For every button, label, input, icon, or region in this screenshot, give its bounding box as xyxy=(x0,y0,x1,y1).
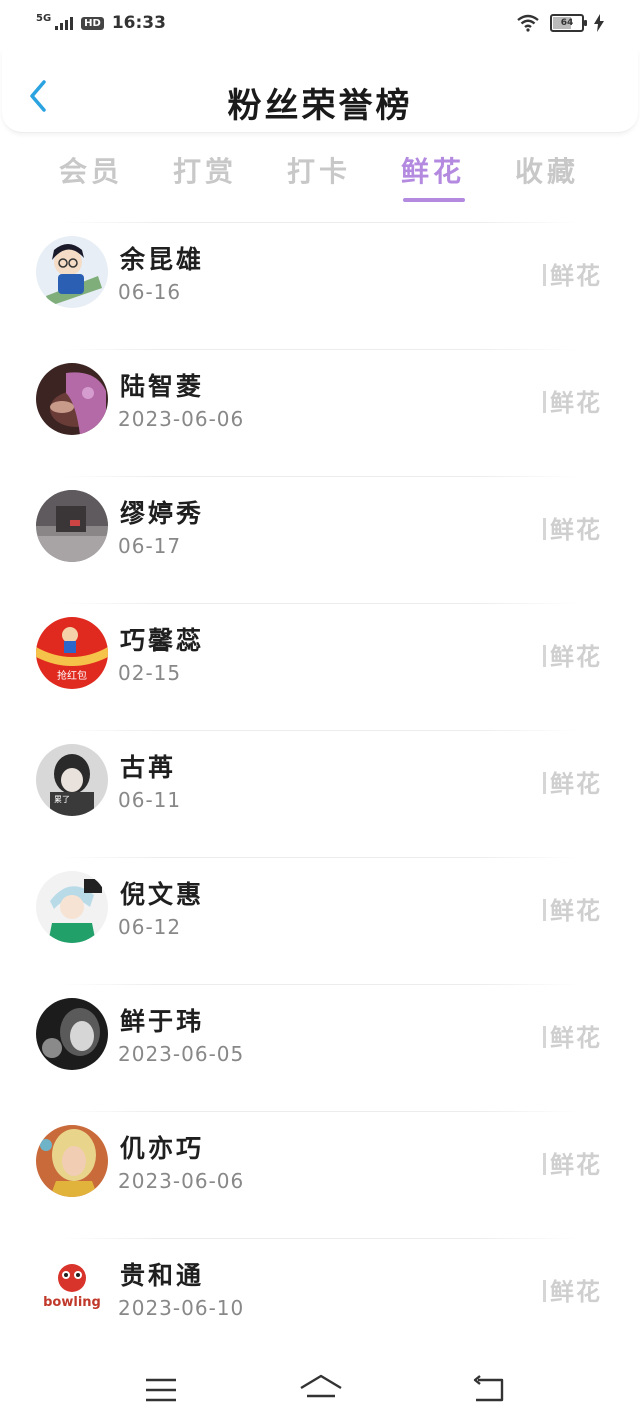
page-header: 粉丝荣誉榜 xyxy=(2,50,638,133)
list-item[interactable]: 抢红包 巧馨蕊 02-15 鲜花 xyxy=(0,603,640,730)
list-item[interactable]: 缪婷秀 06-17 鲜花 xyxy=(0,476,640,603)
home-button[interactable] xyxy=(298,1372,344,1408)
status-bar: 5G HD 16:33 64 xyxy=(0,0,640,50)
user-date: 06-16 xyxy=(118,280,182,304)
avatar[interactable]: bowling xyxy=(36,1252,108,1324)
avatar[interactable]: 抢红包 xyxy=(36,617,108,689)
tab-reward[interactable]: 打赏 xyxy=(160,150,250,190)
avatar[interactable] xyxy=(36,363,108,435)
list-item[interactable]: 余昆雄 06-16 鲜花 xyxy=(0,222,640,349)
list-item[interactable]: 鲜于玮 2023-06-05 鲜花 xyxy=(0,984,640,1111)
avatar[interactable]: 累了 xyxy=(36,744,108,816)
flower-tag: 鲜花 xyxy=(543,1018,602,1053)
divider xyxy=(60,984,580,985)
flower-tag: 鲜花 xyxy=(543,256,602,291)
user-name: 缪婷秀 xyxy=(120,499,205,528)
user-date: 2023-06-06 xyxy=(118,1169,245,1193)
menu-icon xyxy=(146,1378,176,1402)
avatar[interactable] xyxy=(36,871,108,943)
user-name: 巧馨蕊 xyxy=(120,626,205,655)
list-item[interactable]: 倪文惠 06-12 鲜花 xyxy=(0,857,640,984)
divider xyxy=(60,603,580,604)
avatar-caption: 抢红包 xyxy=(57,669,87,682)
divider xyxy=(60,476,580,477)
back-icon xyxy=(473,1375,504,1402)
status-time: 16:33 xyxy=(111,13,166,33)
page-title: 粉丝荣誉榜 xyxy=(227,86,413,126)
user-name: 陆智菱 xyxy=(120,372,205,401)
tab-favorites[interactable]: 收藏 xyxy=(502,150,592,190)
user-name: 余昆雄 xyxy=(120,245,205,274)
flower-tag: 鲜花 xyxy=(543,637,602,672)
divider xyxy=(60,1111,580,1112)
user-name: 贵和通 xyxy=(120,1261,205,1290)
divider xyxy=(60,857,580,858)
avatar[interactable] xyxy=(36,1125,108,1197)
avatar[interactable] xyxy=(36,236,108,308)
list-item[interactable]: bowling 贵和通 2023-06-10 鲜花 xyxy=(0,1238,640,1365)
divider xyxy=(60,222,580,223)
user-date: 2023-06-06 xyxy=(118,407,245,431)
signal-icon xyxy=(55,16,74,30)
tab-flowers[interactable]: 鲜花 xyxy=(388,150,478,190)
avatar-caption: bowling xyxy=(43,1295,101,1310)
user-date: 2023-06-10 xyxy=(118,1296,245,1320)
tab-bar: 会员 打赏 打卡 鲜花 收藏 xyxy=(0,140,640,210)
nav-back-button[interactable] xyxy=(470,1372,510,1408)
hd-badge: HD xyxy=(81,16,104,30)
divider xyxy=(60,730,580,731)
avatar-caption: 累了 xyxy=(54,795,70,804)
flower-tag: 鲜花 xyxy=(543,1145,602,1180)
system-nav-bar xyxy=(0,1358,640,1427)
home-icon xyxy=(300,1374,342,1398)
flower-tag: 鲜花 xyxy=(543,510,602,545)
avatar[interactable] xyxy=(36,998,108,1070)
list-item[interactable]: 累了 古苒 06-11 鲜花 xyxy=(0,730,640,857)
active-tab-indicator xyxy=(403,198,465,202)
fan-list: 余昆雄 06-16 鲜花 陆智菱 2023-06-06 鲜花 缪婷秀 06-17… xyxy=(0,222,640,1365)
flower-tag: 鲜花 xyxy=(543,891,602,926)
wifi-icon xyxy=(517,14,539,32)
user-name: 古苒 xyxy=(120,753,177,782)
tab-checkin[interactable]: 打卡 xyxy=(274,150,364,190)
network-type: 5G xyxy=(36,12,52,24)
user-date: 02-15 xyxy=(118,661,182,685)
user-date: 06-11 xyxy=(118,788,182,812)
user-date: 06-17 xyxy=(118,534,182,558)
user-name: 鲜于玮 xyxy=(120,1007,205,1036)
flower-tag: 鲜花 xyxy=(543,383,602,418)
battery-icon: 64 xyxy=(550,14,587,32)
avatar[interactable] xyxy=(36,490,108,562)
tab-member[interactable]: 会员 xyxy=(46,150,136,190)
flower-tag: 鲜花 xyxy=(543,1272,602,1307)
list-item[interactable]: 仉亦巧 2023-06-06 鲜花 xyxy=(0,1111,640,1238)
user-name: 倪文惠 xyxy=(120,880,205,909)
divider xyxy=(60,349,580,350)
list-item[interactable]: 陆智菱 2023-06-06 鲜花 xyxy=(0,349,640,476)
user-date: 06-12 xyxy=(118,915,182,939)
battery-level: 64 xyxy=(560,18,574,28)
menu-button[interactable] xyxy=(142,1372,182,1408)
user-name: 仉亦巧 xyxy=(120,1134,205,1163)
charging-icon xyxy=(594,14,604,32)
flower-tag: 鲜花 xyxy=(543,764,602,799)
divider xyxy=(60,1238,580,1239)
user-date: 2023-06-05 xyxy=(118,1042,245,1066)
